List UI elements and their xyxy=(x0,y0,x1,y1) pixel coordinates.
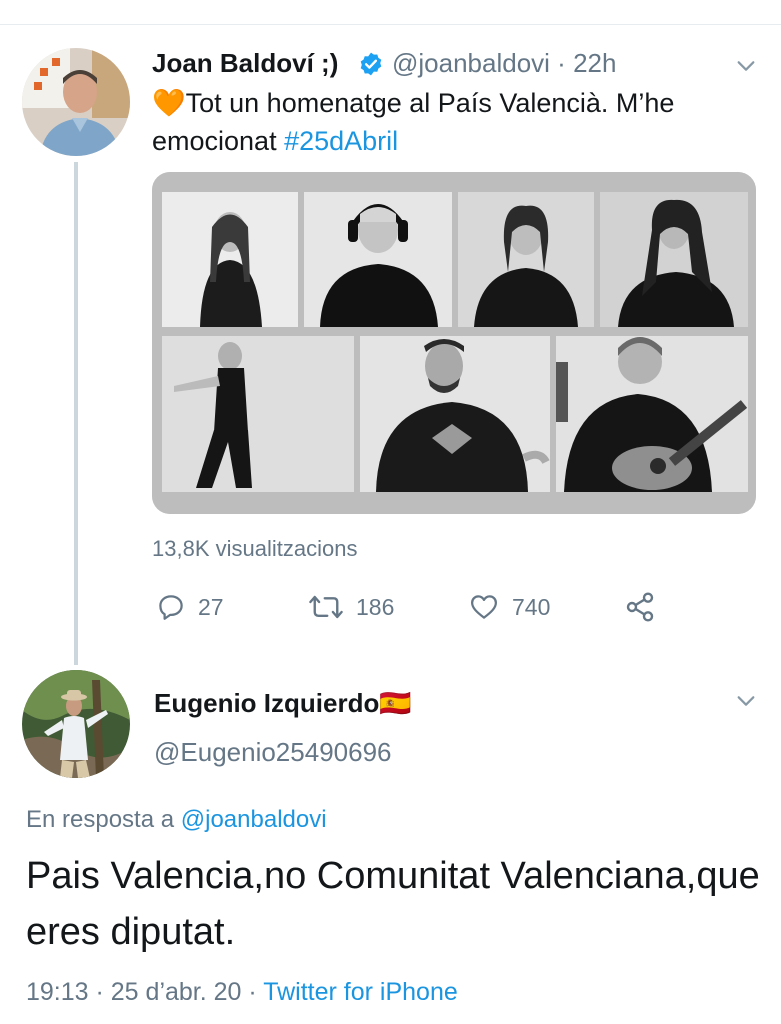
share-action[interactable] xyxy=(624,590,668,624)
tweet-source-link[interactable]: Twitter for iPhone xyxy=(263,978,458,1006)
verified-badge-icon xyxy=(360,52,382,76)
like-icon xyxy=(471,595,497,619)
video-tile-7 xyxy=(556,336,748,492)
author-name[interactable]: Joan Baldoví ;) xyxy=(152,48,338,79)
video-tile-4 xyxy=(600,192,748,327)
like-action[interactable]: 740 xyxy=(468,590,550,624)
reply-date[interactable]: 25 d’abr. 20 xyxy=(111,978,242,1006)
share-icon xyxy=(626,592,654,622)
retweet-icon xyxy=(309,595,343,619)
top-divider xyxy=(0,24,781,25)
retweet-action[interactable]: 186 xyxy=(308,590,394,624)
hashtag-link[interactable]: #25dAbril xyxy=(284,126,398,156)
separator: · xyxy=(549,48,574,78)
reply-meta: 19:13 · 25 d’abr. 20 · Twitter for iPhon… xyxy=(26,978,458,1007)
reply-author-handle[interactable]: @Eugenio25490696 xyxy=(154,737,392,768)
reply-action[interactable]: 27 xyxy=(156,590,224,624)
thread-line xyxy=(74,162,78,665)
meta-separator: · xyxy=(88,978,111,1006)
meta-separator: · xyxy=(241,978,264,1006)
chevron-down-icon[interactable] xyxy=(735,55,757,77)
tweet-media-video[interactable] xyxy=(152,172,756,514)
video-tile-2 xyxy=(304,192,452,327)
reply-author-name-text[interactable]: Eugenio Izquierdo xyxy=(154,688,379,718)
reply-tweet-text: Pais Valencia,no Comunitat Valenciana,qu… xyxy=(26,855,760,953)
reply-icon xyxy=(159,595,183,620)
replying-to: En resposta a @joanbaldovi xyxy=(26,806,327,834)
reply-author-name[interactable]: Eugenio Izquierdo🇪🇸 xyxy=(154,688,412,719)
tweet-text: 🧡Tot un homenatge al País Valencià. M’he… xyxy=(152,84,752,160)
reply-time[interactable]: 19:13 xyxy=(26,978,89,1006)
replying-to-mention[interactable]: @joanbaldovi xyxy=(181,806,327,833)
tweet-handle-line[interactable]: @joanbaldovi · 22h xyxy=(392,48,616,79)
like-count: 740 xyxy=(512,593,551,620)
video-tile-1 xyxy=(162,192,298,327)
spain-flag-emoji: 🇪🇸 xyxy=(379,688,412,718)
avatar-joan-baldovi[interactable] xyxy=(22,48,130,156)
orange-heart-emoji: 🧡 xyxy=(152,88,186,118)
video-tile-6 xyxy=(360,336,550,492)
chevron-down-icon[interactable] xyxy=(735,690,757,712)
replying-to-label: En resposta a xyxy=(26,806,181,833)
retweet-count: 186 xyxy=(356,593,395,620)
reply-count: 27 xyxy=(198,593,224,620)
view-count: 13,8K visualitzacions xyxy=(152,536,358,561)
tweet-time[interactable]: 22h xyxy=(573,48,616,78)
avatar-eugenio-izquierdo[interactable] xyxy=(22,670,130,778)
video-tile-3 xyxy=(458,192,594,327)
video-tile-5 xyxy=(162,336,354,492)
tweet-text-body: Tot un homenatge al País Valencià. M’he … xyxy=(152,88,675,156)
author-handle[interactable]: @joanbaldovi xyxy=(392,48,550,78)
